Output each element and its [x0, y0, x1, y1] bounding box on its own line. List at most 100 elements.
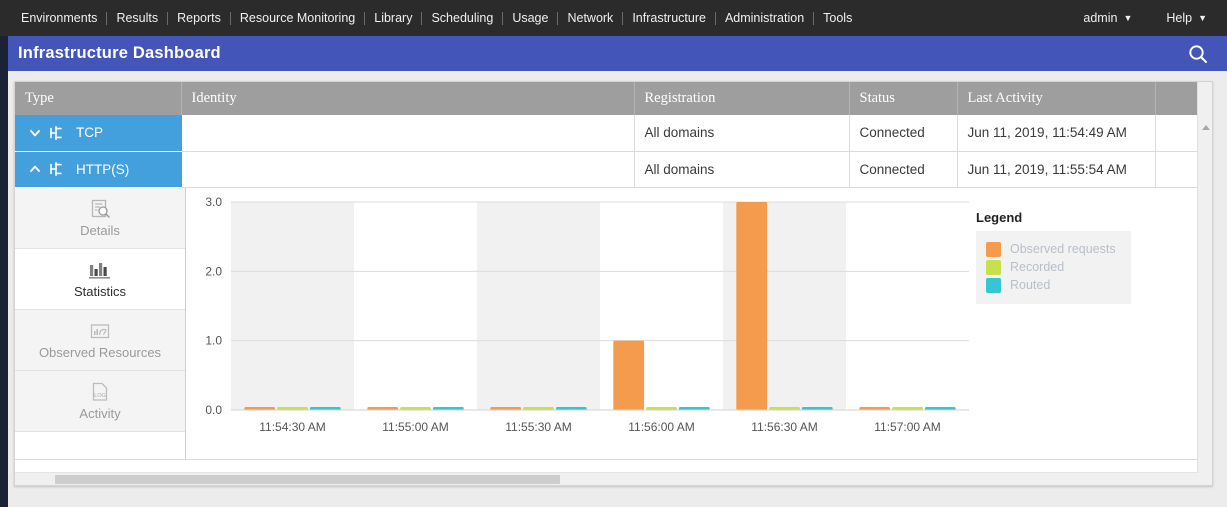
- help-menu[interactable]: Help ▼: [1160, 11, 1213, 25]
- nav-item-environments[interactable]: Environments: [12, 0, 106, 36]
- tab-details-label: Details: [80, 223, 120, 238]
- legend-label: Observed requests: [1010, 242, 1116, 256]
- tab-statistics-label: Statistics: [74, 284, 126, 299]
- y-axis-tick-label: 0.0: [205, 403, 222, 417]
- row-registration: All domains: [634, 115, 849, 151]
- nav-item-library[interactable]: Library: [365, 0, 421, 36]
- vertical-scrollbar[interactable]: [1197, 82, 1212, 485]
- gauge-chart-icon: [88, 320, 112, 342]
- infrastructure-panel: Type Identity Registration Status Last A…: [14, 81, 1213, 486]
- legend-item[interactable]: Routed: [986, 278, 1121, 293]
- table-header-row: Type Identity Registration Status Last A…: [15, 82, 1198, 115]
- x-axis-tick-label: 11:54:30 AM: [259, 420, 326, 434]
- horizontal-scrollbar[interactable]: [15, 472, 1199, 485]
- nav-item-resource-monitoring[interactable]: Resource Monitoring: [231, 0, 364, 36]
- tab-observed-resources-label: Observed Resources: [39, 345, 161, 360]
- nav-item-infrastructure[interactable]: Infrastructure: [623, 0, 715, 36]
- protocol-icon: [50, 126, 67, 140]
- column-header-status[interactable]: Status: [849, 82, 957, 115]
- legend-item[interactable]: Recorded: [986, 260, 1121, 275]
- row-last-activity: Jun 11, 2019, 11:55:54 AM: [957, 151, 1155, 187]
- y-axis-tick-label: 3.0: [205, 195, 222, 209]
- legend-swatch-recorded: [986, 260, 1001, 275]
- row-type-cell-https[interactable]: HTTP(S): [15, 151, 181, 187]
- row-identity: [181, 151, 634, 187]
- row-last-activity: Jun 11, 2019, 11:54:49 AM: [957, 115, 1155, 151]
- table-row: TCP All domains Connected Jun 11, 2019, …: [15, 115, 1198, 151]
- page-header: Infrastructure Dashboard: [8, 36, 1227, 71]
- user-menu-label: admin: [1083, 11, 1117, 25]
- column-header-registration[interactable]: Registration: [634, 82, 849, 115]
- infrastructure-table: Type Identity Registration Status Last A…: [15, 82, 1198, 188]
- chart-bar[interactable]: [613, 340, 644, 409]
- column-header-identity[interactable]: Identity: [181, 82, 634, 115]
- legend-item[interactable]: Observed requests: [986, 242, 1121, 257]
- row-identity: [181, 115, 634, 151]
- scroll-up-button[interactable]: [1198, 120, 1213, 135]
- left-rail: [0, 36, 8, 507]
- document-search-icon: [89, 198, 111, 220]
- nav-item-tools[interactable]: Tools: [814, 0, 861, 36]
- legend-title: Legend: [976, 210, 1131, 225]
- expanded-detail-area: Details Statistics: [15, 188, 1198, 460]
- legend-label: Routed: [1010, 278, 1050, 292]
- nav-item-administration[interactable]: Administration: [716, 0, 813, 36]
- chart-legend: Legend Observed requests Recorded Routed: [976, 210, 1131, 304]
- tab-activity[interactable]: LOG Activity: [15, 371, 185, 432]
- tab-activity-label: Activity: [79, 406, 120, 421]
- protocol-icon: [50, 162, 67, 176]
- statistics-chart: 0.0 1.0 2.0 3.0 11:54:30 AM 11:55:00 AM 11:55:…: [186, 188, 1198, 459]
- y-axis-tick-label: 2.0: [205, 264, 222, 278]
- chart-band: [477, 202, 600, 410]
- x-axis-tick-label: 11:56:30 AM: [751, 420, 818, 434]
- row-type-label: TCP: [76, 125, 103, 140]
- chevron-down-icon[interactable]: [29, 127, 41, 139]
- search-icon[interactable]: [1187, 43, 1209, 65]
- x-axis-tick-label: 11:56:00 AM: [628, 420, 695, 434]
- nav-item-network[interactable]: Network: [558, 0, 622, 36]
- chevron-up-icon[interactable]: [29, 163, 41, 175]
- tab-statistics[interactable]: Statistics: [15, 249, 185, 310]
- chart-band: [231, 202, 354, 410]
- legend-label: Recorded: [1010, 260, 1064, 274]
- chart-bar[interactable]: [736, 202, 767, 410]
- help-menu-label: Help: [1166, 11, 1192, 25]
- svg-text:LOG: LOG: [94, 393, 106, 399]
- tab-details[interactable]: Details: [15, 188, 185, 249]
- table-row: HTTP(S) All domains Connected Jun 11, 20…: [15, 151, 1198, 187]
- chevron-down-icon: ▼: [1198, 13, 1207, 23]
- log-document-icon: LOG: [89, 381, 111, 403]
- x-axis-tick-label: 11:57:00 AM: [874, 420, 941, 434]
- detail-tab-list: Details Statistics: [15, 188, 186, 459]
- horizontal-scrollbar-thumb[interactable]: [55, 475, 560, 484]
- chevron-down-icon: ▼: [1123, 13, 1132, 23]
- tab-observed-resources[interactable]: Observed Resources: [15, 310, 185, 371]
- row-actions: [1155, 151, 1198, 187]
- column-header-type[interactable]: Type: [15, 82, 181, 115]
- legend-swatch-observed-requests: [986, 242, 1001, 257]
- x-axis-tick-label: 11:55:00 AM: [382, 420, 449, 434]
- top-nav-items: Environments Results Reports Resource Mo…: [0, 0, 861, 36]
- nav-item-reports[interactable]: Reports: [168, 0, 230, 36]
- nav-item-results[interactable]: Results: [107, 0, 167, 36]
- legend-entries: Observed requests Recorded Routed: [976, 231, 1131, 304]
- bar-chart-icon: [88, 259, 112, 281]
- top-navigation-bar: Environments Results Reports Resource Mo…: [0, 0, 1227, 36]
- row-status: Connected: [849, 151, 957, 187]
- legend-swatch-routed: [986, 278, 1001, 293]
- row-actions: [1155, 115, 1198, 151]
- x-axis-tick-label: 11:55:30 AM: [505, 420, 572, 434]
- page-title: Infrastructure Dashboard: [8, 44, 221, 63]
- row-type-label: HTTP(S): [76, 162, 129, 177]
- column-header-actions: [1155, 82, 1198, 115]
- y-axis-tick-label: 1.0: [205, 333, 222, 347]
- nav-item-scheduling[interactable]: Scheduling: [422, 0, 502, 36]
- nav-item-usage[interactable]: Usage: [503, 0, 557, 36]
- row-type-cell-tcp[interactable]: TCP: [15, 115, 181, 151]
- top-nav-account-area: admin ▼ Help ▼: [1077, 11, 1227, 25]
- row-status: Connected: [849, 115, 957, 151]
- column-header-last-activity[interactable]: Last Activity: [957, 82, 1155, 115]
- user-menu[interactable]: admin ▼: [1077, 11, 1138, 25]
- row-registration: All domains: [634, 151, 849, 187]
- arrow-up-icon: [1202, 125, 1210, 130]
